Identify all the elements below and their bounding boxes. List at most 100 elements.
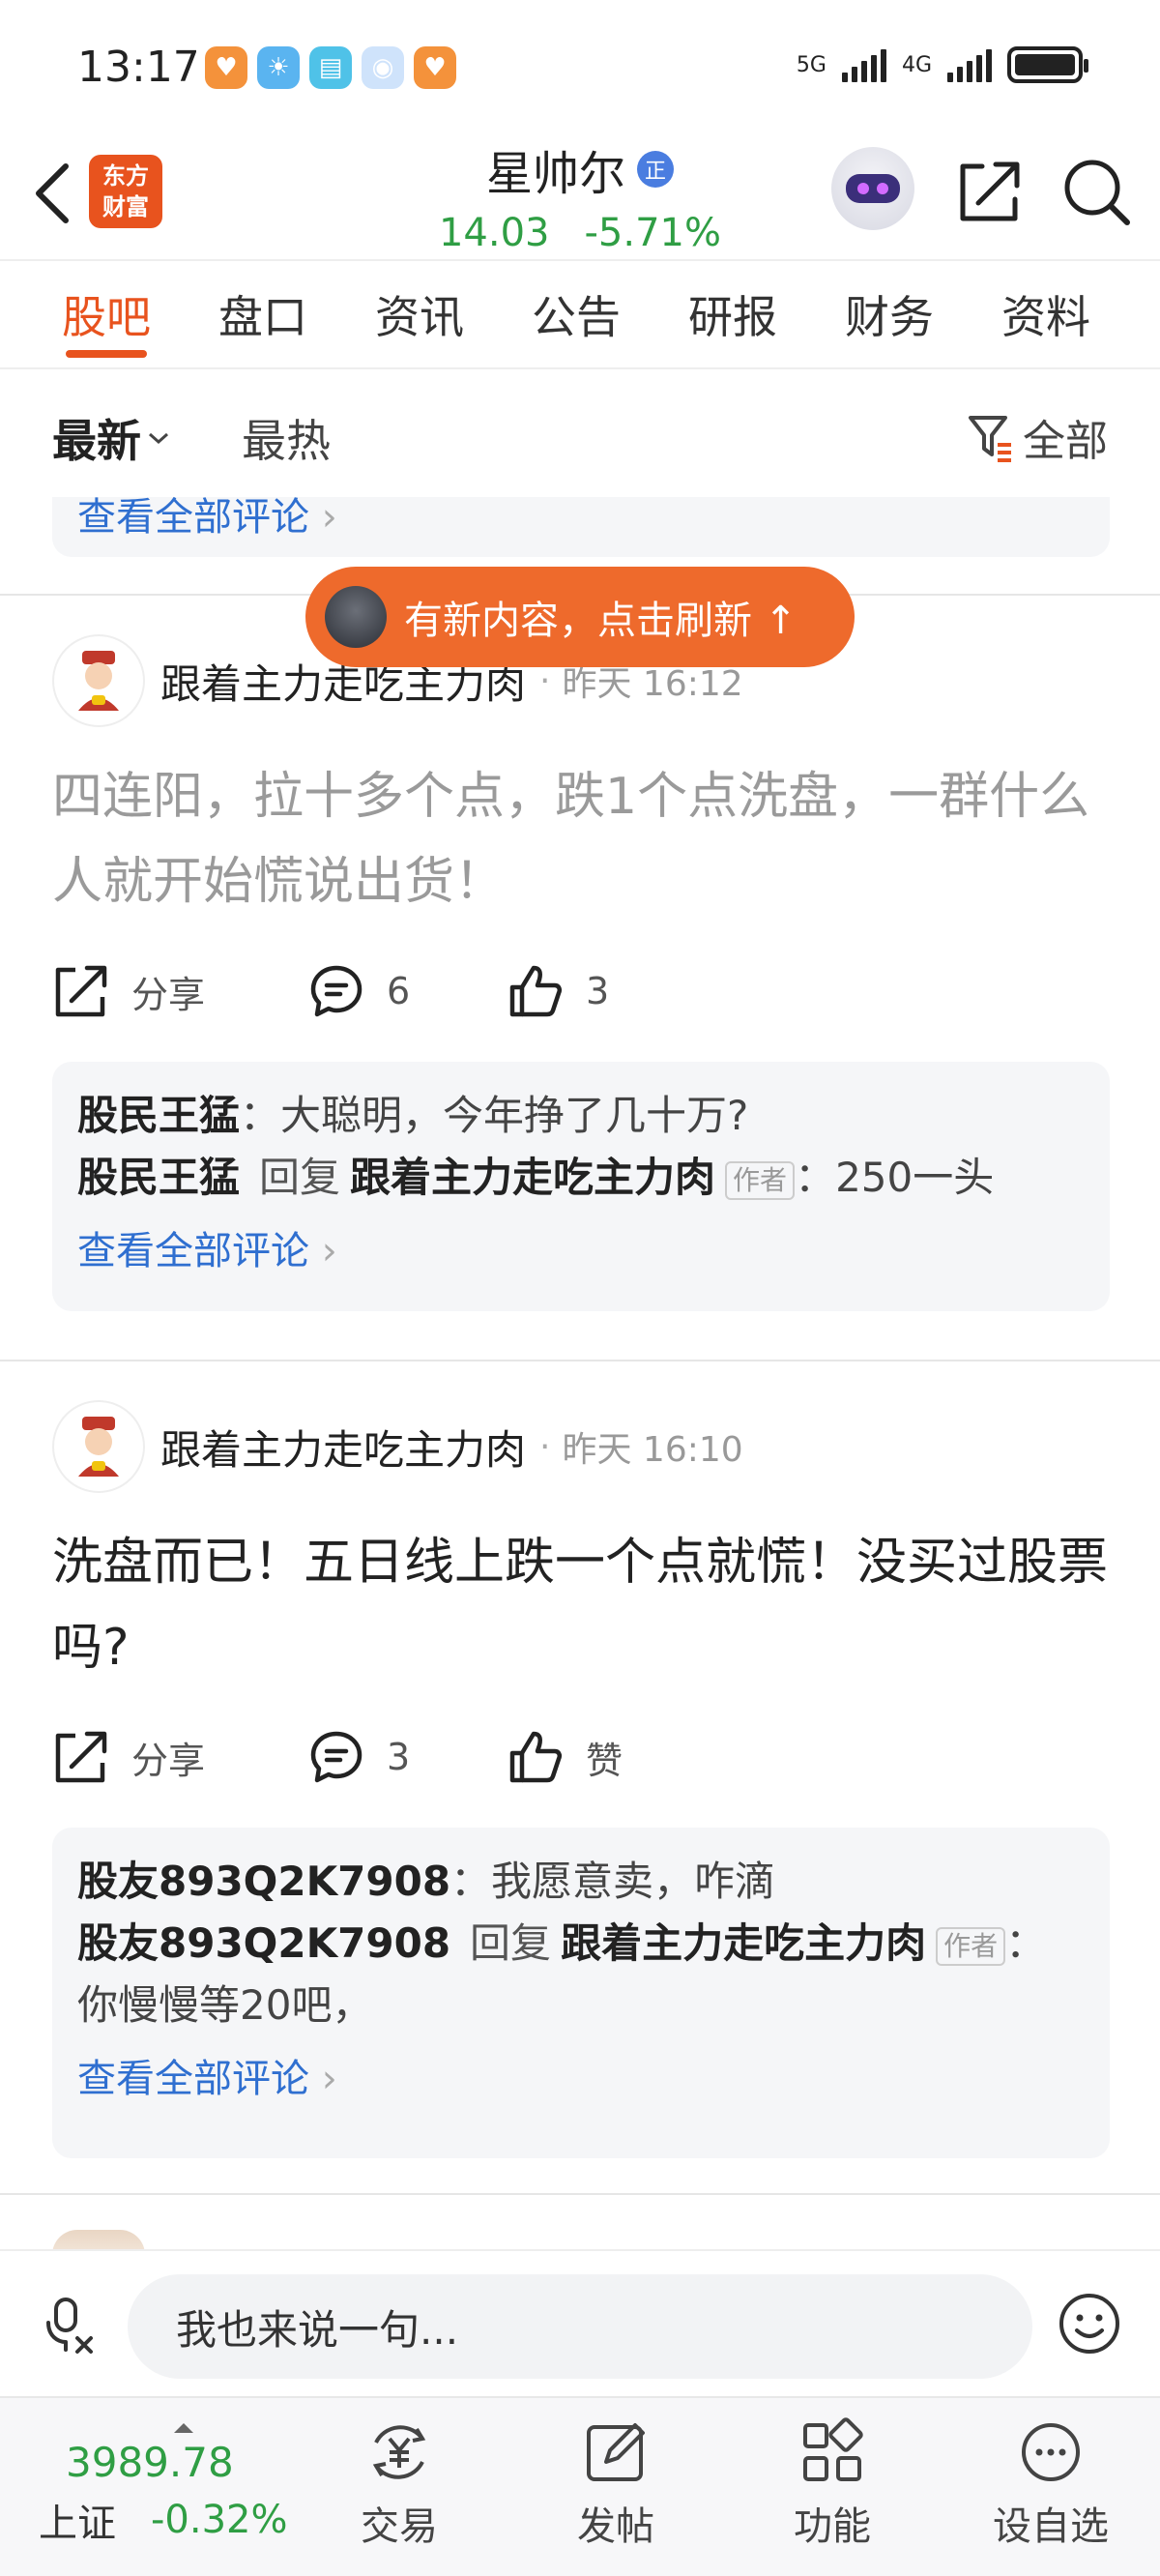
commenter-name[interactable]: 股民王猛: [77, 1092, 240, 1139]
comment-icon: [310, 965, 362, 1017]
post-author[interactable]: 跟着主力走吃主力肉: [160, 1418, 526, 1477]
tab-finance[interactable]: 财务: [845, 282, 1001, 346]
stock-name-row: 星帅尔 正: [486, 135, 674, 203]
sort-filter-row: 最新 最热 全部: [0, 371, 1160, 516]
god-of-wealth-avatar-icon: [78, 1417, 119, 1477]
tab-profile[interactable]: 资料: [1001, 282, 1158, 346]
share-icon[interactable]: [953, 155, 1027, 228]
share-icon: [55, 965, 107, 1017]
new-content-refresh-toast[interactable]: 有新内容，点击刷新 ↑: [305, 567, 855, 667]
tab-research[interactable]: 研报: [688, 282, 845, 346]
post-time: 昨天 16:10: [562, 1430, 743, 1470]
comment-line: 股民王猛：大聪明，今年挣了几十万?: [77, 1092, 749, 1139]
tab-news[interactable]: 资讯: [375, 282, 532, 346]
network-4g-label: 4G: [901, 52, 932, 77]
bottom-navigation: 3989.78 上证 -0.32% 交易 发帖 功能 设自选: [0, 2396, 1160, 2576]
stock-price: 14.03: [438, 211, 550, 255]
commenter-name[interactable]: 股民王猛: [77, 1154, 240, 1201]
market-index-widget[interactable]: 3989.78 上证 -0.32%: [39, 2419, 300, 2548]
post-content[interactable]: 四连阳，拉十多个点，跌1个点洗盘，一群什么人就开始慌说出货！: [52, 754, 1116, 924]
thumbs-up-icon: [509, 1731, 563, 1783]
author-avatar[interactable]: [52, 634, 145, 727]
more-dots-icon: [1022, 2423, 1080, 2481]
trade-yuan-icon: [372, 2425, 426, 2479]
signal-4g-icon: [947, 47, 992, 82]
post-actions: 分享 3 赞: [52, 1723, 623, 1791]
tab-announcements[interactable]: 公告: [532, 282, 688, 346]
nav-features[interactable]: 功能: [760, 2415, 905, 2551]
comment-input-bar: 我也来说一句...: [0, 2249, 1160, 2396]
share-button[interactable]: 分享: [52, 1728, 307, 1786]
toast-avatar: [325, 586, 387, 648]
post-actions: 分享 6 3: [52, 957, 609, 1025]
comment-button[interactable]: 6: [307, 962, 507, 1020]
god-of-wealth-avatar-icon: [78, 651, 119, 711]
stock-tabs: 股吧 盘口 资讯 公告 研报 财务 资料: [0, 259, 1160, 369]
signal-5g-icon: [841, 47, 886, 82]
author-tag: 作者: [936, 1926, 1006, 1966]
comment-icon: [310, 1731, 362, 1783]
commenter-name[interactable]: 股友893Q2K7908: [77, 1858, 450, 1905]
status-indicators: 5G 4G: [796, 46, 1088, 83]
reply-to-name[interactable]: 跟着主力走吃主力肉: [350, 1154, 715, 1201]
status-bar: 13:17 ♥ ☀ ▤ ◉ ♥ 5G 4G: [0, 0, 1160, 135]
author-tag: 作者: [725, 1160, 796, 1200]
nav-post[interactable]: 发帖: [543, 2415, 688, 2551]
app-notification-icon: ♥: [414, 46, 456, 89]
grid-features-icon: [803, 2417, 863, 2481]
weather-notification-icon: ☀: [257, 46, 300, 89]
voice-input-icon[interactable]: [39, 2294, 101, 2356]
app-notification-icon: ♥: [205, 46, 247, 89]
tab-guba[interactable]: 股吧: [62, 282, 218, 358]
filter-icon: [969, 416, 1011, 462]
sort-hot-tab[interactable]: 最热: [242, 406, 331, 470]
comment-preview-box[interactable]: 股友893Q2K7908：我愿意卖，咋滴 股友893Q2K7908 回复 跟着主力走…: [52, 1828, 1110, 2158]
post-divider: [0, 2193, 1160, 2195]
network-5g-label: 5G: [796, 52, 826, 77]
ai-assistant-icon[interactable]: [831, 147, 914, 230]
nav-add-watchlist[interactable]: 设自选: [978, 2415, 1123, 2551]
view-all-comments-link[interactable]: 查看全部评论 ›: [77, 2052, 1085, 2106]
robot-notification-icon: ◉: [362, 46, 404, 89]
share-icon: [55, 1731, 107, 1783]
index-value: 3989.78: [66, 2439, 234, 2486]
share-button[interactable]: 分享: [52, 962, 307, 1020]
post-card[interactable]: 跟着主力走吃主力肉 · 昨天 16:10 洗盘而已！五日线上跌一个点就慌！没买过…: [0, 1400, 1160, 2168]
search-icon[interactable]: [1059, 155, 1133, 228]
post-divider: [0, 1360, 1160, 1361]
battery-icon: [1007, 46, 1088, 83]
index-change: -0.32%: [151, 2498, 288, 2542]
compose-icon: [587, 2423, 645, 2481]
stock-name: 星帅尔: [485, 147, 625, 201]
index-name: 上证: [39, 2502, 116, 2546]
toast-text: 有新内容，点击刷新 ↑: [404, 599, 798, 643]
post-content[interactable]: 洗盘而已！五日线上跌一个点就慌！没买过股票吗?: [52, 1520, 1116, 1690]
like-button[interactable]: 赞: [507, 1728, 623, 1786]
reply-to-name[interactable]: 跟着主力走吃主力肉: [561, 1919, 926, 1967]
thumbs-up-icon: [509, 965, 563, 1017]
expand-up-icon: [174, 2423, 193, 2433]
comment-preview-box[interactable]: 股民王猛：大聪明，今年挣了几十万? 股民王猛 回复 跟着主力走吃主力肉 作者 ：250一…: [52, 1062, 1110, 1311]
comment-line: 股友893Q2K7908：我愿意卖，咋滴: [77, 1858, 776, 1905]
previous-comments-box: 查看全部评论 ›: [52, 495, 1110, 557]
commenter-name[interactable]: 股友893Q2K7908: [77, 1919, 450, 1967]
comment-input[interactable]: 我也来说一句...: [128, 2274, 1032, 2379]
like-button[interactable]: 3: [507, 962, 609, 1020]
view-all-comments-link[interactable]: 查看全部评论 ›: [77, 1224, 1085, 1278]
post-card[interactable]: 跟着主力走吃主力肉 · 昨天 16:12 四连阳，拉十多个点，跌1个点洗盘，一群…: [0, 634, 1160, 1354]
status-notification-icons: ♥ ☀ ▤ ◉ ♥: [205, 46, 456, 89]
emoji-icon[interactable]: [1058, 2292, 1121, 2356]
stock-header: 东方 财富 星帅尔 正 14.03 -5.71%: [0, 135, 1160, 259]
comment-line: 股友893Q2K7908 回复 跟着主力走吃主力肉 作者 ：你慢慢等20吧，: [77, 1919, 1047, 2029]
verified-badge-icon: 正: [637, 151, 674, 188]
tab-pankou[interactable]: 盘口: [218, 282, 375, 346]
nav-trade[interactable]: 交易: [327, 2415, 472, 2551]
chevron-down-icon: [149, 432, 168, 445]
comment-line: 股民王猛 回复 跟着主力走吃主力肉 作者 ：250一头: [77, 1154, 995, 1201]
filter-all-button[interactable]: 全部: [967, 406, 1108, 468]
view-all-comments-link[interactable]: 查看全部评论 ›: [77, 485, 337, 542]
post-header: 跟着主力走吃主力肉 · 昨天 16:10: [52, 1400, 743, 1493]
comment-button[interactable]: 3: [307, 1728, 507, 1786]
sort-latest-dropdown[interactable]: 最新: [52, 406, 170, 516]
author-avatar[interactable]: [52, 1400, 145, 1493]
